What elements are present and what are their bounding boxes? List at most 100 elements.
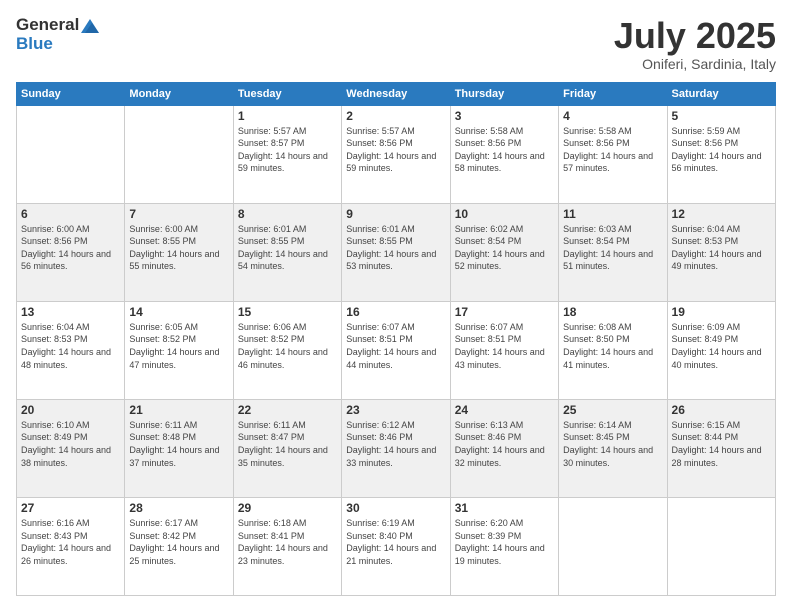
- day-info: Sunrise: 6:08 AMSunset: 8:50 PMDaylight:…: [563, 321, 662, 371]
- calendar-cell: 21Sunrise: 6:11 AMSunset: 8:48 PMDayligh…: [125, 399, 233, 497]
- day-number: 13: [21, 305, 120, 319]
- calendar-cell: 17Sunrise: 6:07 AMSunset: 8:51 PMDayligh…: [450, 301, 558, 399]
- day-header-friday: Friday: [559, 82, 667, 105]
- day-number: 1: [238, 109, 337, 123]
- day-number: 16: [346, 305, 445, 319]
- calendar-cell: 18 Sunrise: 6:08 AMSunset: 8:50 PMDayligh…: [559, 301, 667, 399]
- day-info: Sunrise: 5:57 AMSunset: 8:57 PMDaylight:…: [238, 125, 337, 175]
- day-number: 21: [129, 403, 228, 417]
- calendar-cell: 13Sunrise: 6:04 AMSunset: 8:53 PMDayligh…: [17, 301, 125, 399]
- day-number: 9: [346, 207, 445, 221]
- day-info: Sunrise: 6:01 AMSunset: 8:55 PMDaylight:…: [238, 223, 337, 273]
- calendar-week-3: 13Sunrise: 6:04 AMSunset: 8:53 PMDayligh…: [17, 301, 776, 399]
- day-number: 17: [455, 305, 554, 319]
- day-info: Sunrise: 6:09 AMSunset: 8:49 PMDaylight:…: [672, 321, 771, 371]
- day-header-saturday: Saturday: [667, 82, 775, 105]
- day-number: 26: [672, 403, 771, 417]
- day-number: 30: [346, 501, 445, 515]
- calendar-cell: 1 Sunrise: 5:57 AMSunset: 8:57 PMDaylight…: [233, 105, 341, 203]
- calendar-cell: [17, 105, 125, 203]
- title-block: July 2025 Oniferi, Sardinia, Italy: [614, 16, 776, 72]
- day-number: 27: [21, 501, 120, 515]
- calendar-week-1: 1 Sunrise: 5:57 AMSunset: 8:57 PMDaylight…: [17, 105, 776, 203]
- day-number: 18: [563, 305, 662, 319]
- calendar-cell: 26 Sunrise: 6:15 AMSunset: 8:44 PMDayligh…: [667, 399, 775, 497]
- day-info: Sunrise: 6:00 AMSunset: 8:56 PMDaylight:…: [21, 223, 120, 273]
- day-info: Sunrise: 6:11 AMSunset: 8:47 PMDaylight:…: [238, 419, 337, 469]
- day-info: Sunrise: 5:57 AMSunset: 8:56 PMDaylight:…: [346, 125, 445, 175]
- day-header-sunday: Sunday: [17, 82, 125, 105]
- day-number: 2: [346, 109, 445, 123]
- day-info: Sunrise: 6:06 AMSunset: 8:52 PMDaylight:…: [238, 321, 337, 371]
- calendar-cell: 14Sunrise: 6:05 AMSunset: 8:52 PMDayligh…: [125, 301, 233, 399]
- calendar-cell: 24 Sunrise: 6:13 AMSunset: 8:46 PMDayligh…: [450, 399, 558, 497]
- calendar-cell: [125, 105, 233, 203]
- day-number: 25: [563, 403, 662, 417]
- logo-general: General: [16, 16, 99, 35]
- day-info: Sunrise: 5:58 AMSunset: 8:56 PMDaylight:…: [563, 125, 662, 175]
- calendar-cell: 27 Sunrise: 6:16 AMSunset: 8:43 PMDayligh…: [17, 497, 125, 595]
- day-info: Sunrise: 6:01 AMSunset: 8:55 PMDaylight:…: [346, 223, 445, 273]
- calendar-cell: 7 Sunrise: 6:00 AMSunset: 8:55 PMDaylight…: [125, 203, 233, 301]
- calendar-cell: 4Sunrise: 5:58 AMSunset: 8:56 PMDaylight…: [559, 105, 667, 203]
- calendar-cell: 22Sunrise: 6:11 AMSunset: 8:47 PMDayligh…: [233, 399, 341, 497]
- day-number: 15: [238, 305, 337, 319]
- logo-icon: [81, 19, 99, 33]
- day-info: Sunrise: 5:59 AMSunset: 8:56 PMDaylight:…: [672, 125, 771, 175]
- calendar-table: SundayMondayTuesdayWednesdayThursdayFrid…: [16, 82, 776, 596]
- day-number: 12: [672, 207, 771, 221]
- header-row: SundayMondayTuesdayWednesdayThursdayFrid…: [17, 82, 776, 105]
- day-info: Sunrise: 6:10 AMSunset: 8:49 PMDaylight:…: [21, 419, 120, 469]
- day-info: Sunrise: 6:17 AMSunset: 8:42 PMDaylight:…: [129, 517, 228, 567]
- day-number: 24: [455, 403, 554, 417]
- day-info: Sunrise: 6:02 AMSunset: 8:54 PMDaylight:…: [455, 223, 554, 273]
- day-number: 29: [238, 501, 337, 515]
- logo-text: General Blue: [16, 16, 99, 53]
- month-title: July 2025: [614, 16, 776, 56]
- calendar-cell: 9 Sunrise: 6:01 AMSunset: 8:55 PMDaylight…: [342, 203, 450, 301]
- calendar-cell: 15 Sunrise: 6:06 AMSunset: 8:52 PMDayligh…: [233, 301, 341, 399]
- day-number: 19: [672, 305, 771, 319]
- day-info: Sunrise: 6:13 AMSunset: 8:46 PMDaylight:…: [455, 419, 554, 469]
- calendar-cell: 31 Sunrise: 6:20 AMSunset: 8:39 PMDayligh…: [450, 497, 558, 595]
- day-number: 11: [563, 207, 662, 221]
- calendar-cell: 25Sunrise: 6:14 AMSunset: 8:45 PMDayligh…: [559, 399, 667, 497]
- day-number: 10: [455, 207, 554, 221]
- day-info: Sunrise: 6:04 AMSunset: 8:53 PMDaylight:…: [672, 223, 771, 273]
- calendar-cell: 6Sunrise: 6:00 AMSunset: 8:56 PMDaylight…: [17, 203, 125, 301]
- calendar-cell: 20 Sunrise: 6:10 AMSunset: 8:49 PMDayligh…: [17, 399, 125, 497]
- calendar-cell: 28Sunrise: 6:17 AMSunset: 8:42 PMDayligh…: [125, 497, 233, 595]
- day-info: Sunrise: 6:18 AMSunset: 8:41 PMDaylight:…: [238, 517, 337, 567]
- day-info: Sunrise: 5:58 AMSunset: 8:56 PMDaylight:…: [455, 125, 554, 175]
- day-info: Sunrise: 6:20 AMSunset: 8:39 PMDaylight:…: [455, 517, 554, 567]
- calendar-cell: 8 Sunrise: 6:01 AMSunset: 8:55 PMDaylight…: [233, 203, 341, 301]
- day-number: 7: [129, 207, 228, 221]
- day-info: Sunrise: 6:15 AMSunset: 8:44 PMDaylight:…: [672, 419, 771, 469]
- day-info: Sunrise: 6:05 AMSunset: 8:52 PMDaylight:…: [129, 321, 228, 371]
- day-info: Sunrise: 6:00 AMSunset: 8:55 PMDaylight:…: [129, 223, 228, 273]
- calendar-cell: 29 Sunrise: 6:18 AMSunset: 8:41 PMDayligh…: [233, 497, 341, 595]
- day-number: 31: [455, 501, 554, 515]
- day-header-monday: Monday: [125, 82, 233, 105]
- day-header-thursday: Thursday: [450, 82, 558, 105]
- location: Oniferi, Sardinia, Italy: [614, 56, 776, 72]
- calendar-cell: 12 Sunrise: 6:04 AMSunset: 8:53 PMDayligh…: [667, 203, 775, 301]
- header: General Blue July 2025 Oniferi, Sardinia…: [16, 16, 776, 72]
- page: General Blue July 2025 Oniferi, Sardinia…: [0, 0, 792, 612]
- calendar-cell: 5 Sunrise: 5:59 AMSunset: 8:56 PMDaylight…: [667, 105, 775, 203]
- day-info: Sunrise: 6:16 AMSunset: 8:43 PMDaylight:…: [21, 517, 120, 567]
- day-number: 5: [672, 109, 771, 123]
- calendar-cell: 3Sunrise: 5:58 AMSunset: 8:56 PMDaylight…: [450, 105, 558, 203]
- calendar-cell: 23 Sunrise: 6:12 AMSunset: 8:46 PMDayligh…: [342, 399, 450, 497]
- day-number: 23: [346, 403, 445, 417]
- calendar-cell: 2 Sunrise: 5:57 AMSunset: 8:56 PMDaylight…: [342, 105, 450, 203]
- day-info: Sunrise: 6:07 AMSunset: 8:51 PMDaylight:…: [346, 321, 445, 371]
- calendar-cell: 10 Sunrise: 6:02 AMSunset: 8:54 PMDayligh…: [450, 203, 558, 301]
- calendar-cell: 11Sunrise: 6:03 AMSunset: 8:54 PMDayligh…: [559, 203, 667, 301]
- calendar-week-2: 6Sunrise: 6:00 AMSunset: 8:56 PMDaylight…: [17, 203, 776, 301]
- day-header-tuesday: Tuesday: [233, 82, 341, 105]
- day-number: 8: [238, 207, 337, 221]
- day-info: Sunrise: 6:12 AMSunset: 8:46 PMDaylight:…: [346, 419, 445, 469]
- calendar-week-4: 20 Sunrise: 6:10 AMSunset: 8:49 PMDayligh…: [17, 399, 776, 497]
- day-number: 20: [21, 403, 120, 417]
